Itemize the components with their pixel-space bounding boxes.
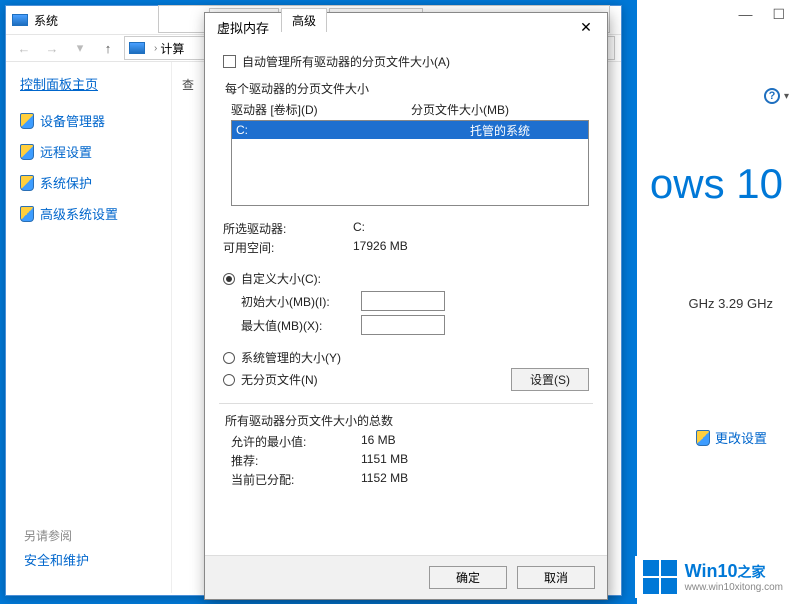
radio-no-paging[interactable] xyxy=(223,374,235,386)
watermark-zh: 之家 xyxy=(737,564,765,580)
breadcrumb[interactable]: 计算 xyxy=(160,40,184,57)
windows10-brand: ows 10 xyxy=(650,160,783,208)
virtual-memory-dialog: 虚拟内存 ✕ 自动管理所有驱动器的分页文件大小(A) 每个驱动器的分页文件大小 … xyxy=(204,12,608,600)
radio-system-label: 系统管理的大小(Y) xyxy=(241,349,341,366)
min-allowed-value: 16 MB xyxy=(361,433,396,450)
maximize-button[interactable]: ☐ xyxy=(772,6,785,23)
see-also-header: 另请参阅 xyxy=(24,529,72,543)
recommended-label: 推荐: xyxy=(231,452,361,469)
cpu-speed-value: GHz 3.29 GHz xyxy=(688,296,773,311)
column-size: 分页文件大小(MB) xyxy=(411,101,589,118)
chevron-down-icon[interactable]: ▾ xyxy=(68,37,92,59)
drive-cell: C: xyxy=(236,123,412,137)
free-space-value: 17926 MB xyxy=(353,239,408,256)
watermark-url: www.win10xitong.com xyxy=(685,582,783,593)
shield-icon xyxy=(696,430,710,446)
pc-icon xyxy=(129,42,145,54)
sidebar-item-label: 系统保护 xyxy=(40,173,92,192)
sidebar-item-remote-settings[interactable]: 远程设置 xyxy=(20,142,157,161)
radio-custom-label: 自定义大小(C): xyxy=(241,270,321,287)
sidebar-item-label: 高级系统设置 xyxy=(40,204,118,223)
sidebar-item-advanced-settings[interactable]: 高级系统设置 xyxy=(20,204,157,223)
shield-icon xyxy=(20,113,34,129)
radio-none-label: 无分页文件(N) xyxy=(241,371,318,388)
chevron-right-icon: › xyxy=(154,43,157,54)
radio-custom-size[interactable] xyxy=(223,273,235,285)
initial-size-input[interactable] xyxy=(361,291,445,311)
nav-back-button[interactable]: ← xyxy=(12,37,36,59)
max-size-input[interactable] xyxy=(361,315,445,335)
nav-up-button[interactable]: ↑ xyxy=(96,37,120,59)
shield-icon xyxy=(20,175,34,191)
dialog-title: 虚拟内存 xyxy=(217,18,269,37)
window-title: 系统 xyxy=(34,12,58,29)
size-cell: 托管的系统 xyxy=(412,122,588,139)
security-maintenance-link[interactable]: 安全和维护 xyxy=(24,550,89,569)
sidebar-item-label: 远程设置 xyxy=(40,142,92,161)
watermark-brand: Win10 xyxy=(685,561,738,581)
per-drive-label: 每个驱动器的分页文件大小 xyxy=(225,80,589,97)
auto-manage-checkbox[interactable] xyxy=(223,55,236,68)
close-button[interactable]: ✕ xyxy=(573,17,599,37)
set-button[interactable]: 设置(S) xyxy=(511,368,589,391)
change-settings-link[interactable]: 更改设置 xyxy=(696,428,767,447)
max-size-label: 最大值(MB)(X): xyxy=(241,317,361,334)
chevron-down-icon[interactable]: ▾ xyxy=(784,91,789,102)
drive-listbox[interactable]: C: 托管的系统 xyxy=(231,120,589,206)
sidebar: 控制面板主页 设备管理器 远程设置 系统保护 高级系统设置 xyxy=(6,62,171,593)
current-allocated-value: 1152 MB xyxy=(361,471,408,488)
shield-icon xyxy=(20,144,34,160)
auto-manage-label: 自动管理所有驱动器的分页文件大小(A) xyxy=(242,53,450,70)
totals-header: 所有驱动器分页文件大小的总数 xyxy=(225,412,589,429)
change-settings-label: 更改设置 xyxy=(715,428,767,447)
sidebar-item-device-manager[interactable]: 设备管理器 xyxy=(20,111,157,130)
shield-icon xyxy=(20,206,34,222)
watermark: Win10之家 www.win10xitong.com xyxy=(635,556,791,598)
control-panel-home-link[interactable]: 控制面板主页 xyxy=(20,74,157,93)
selected-drive-label: 所选驱动器: xyxy=(223,220,353,237)
nav-forward-button[interactable]: → xyxy=(40,37,64,59)
pc-icon xyxy=(12,14,28,26)
column-drive: 驱动器 [卷标](D) xyxy=(231,101,411,118)
help-icon[interactable]: ? xyxy=(764,88,780,104)
windows-logo-icon xyxy=(643,560,677,594)
radio-system-managed[interactable] xyxy=(223,352,235,364)
current-allocated-label: 当前已分配: xyxy=(231,471,361,488)
min-allowed-label: 允许的最小值: xyxy=(231,433,361,450)
sidebar-item-system-protection[interactable]: 系统保护 xyxy=(20,173,157,192)
minimize-button[interactable]: — xyxy=(738,6,752,23)
recommended-value: 1151 MB xyxy=(361,452,408,469)
drive-row-selected[interactable]: C: 托管的系统 xyxy=(232,121,588,139)
sidebar-item-label: 设备管理器 xyxy=(40,111,105,130)
ok-button[interactable]: 确定 xyxy=(429,566,507,589)
selected-drive-value: C: xyxy=(353,220,365,237)
initial-size-label: 初始大小(MB)(I): xyxy=(241,293,361,310)
cancel-button[interactable]: 取消 xyxy=(517,566,595,589)
free-space-label: 可用空间: xyxy=(223,239,353,256)
tab-advanced[interactable]: 高级 xyxy=(281,8,327,32)
